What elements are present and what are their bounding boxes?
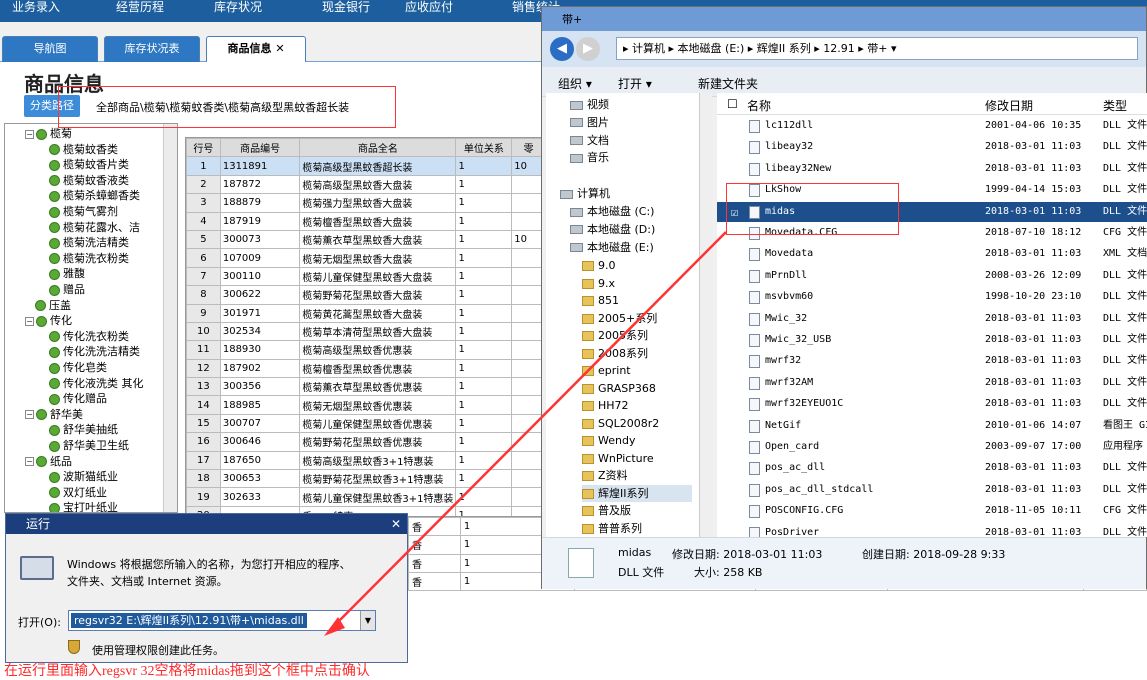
arrow-line [333, 231, 727, 627]
instruction-annotation: 在运行里面输入regsvr 32空格将midas拖到这个框中点击确认 [4, 664, 370, 679]
drag-arrow [324, 231, 727, 636]
